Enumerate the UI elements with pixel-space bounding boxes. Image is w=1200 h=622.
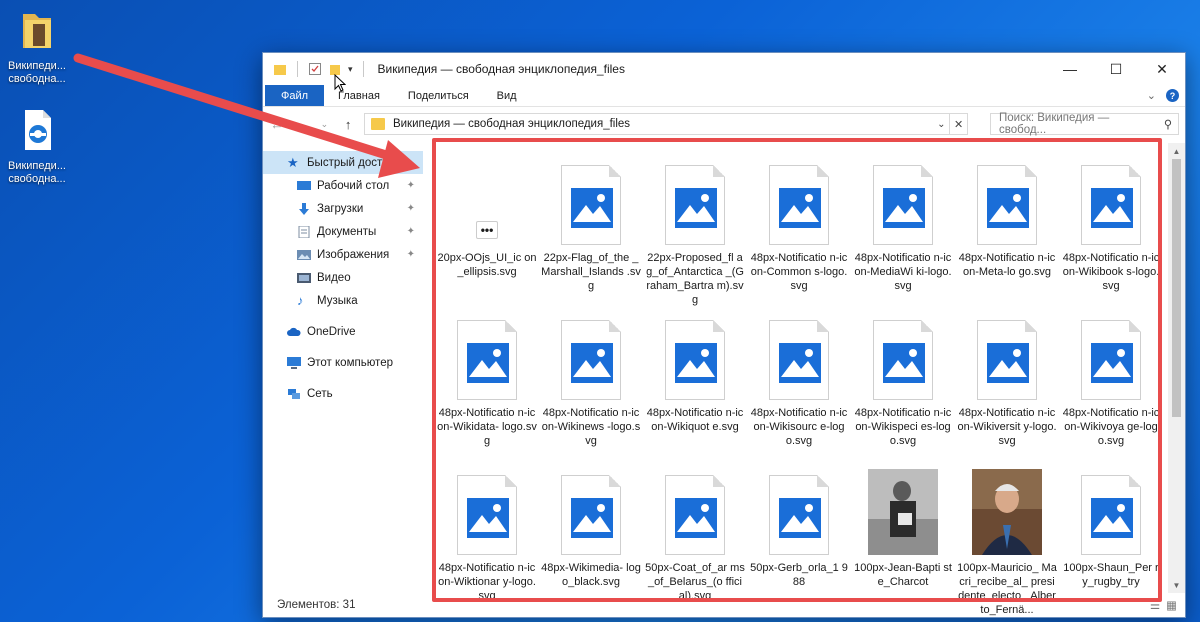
arrow-shaft bbox=[73, 53, 407, 165]
pointer-arrow-annotation bbox=[73, 53, 420, 178]
arrow-head bbox=[378, 140, 420, 178]
mouse-cursor-icon bbox=[334, 74, 346, 92]
